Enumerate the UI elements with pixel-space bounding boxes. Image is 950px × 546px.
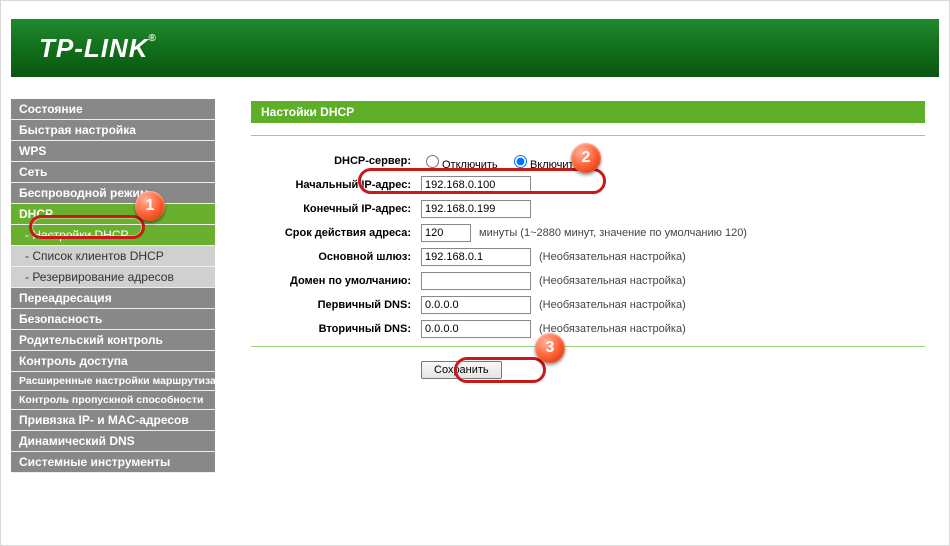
divider xyxy=(251,135,925,136)
sidebar-item-forwarding[interactable]: Переадресация xyxy=(11,288,215,309)
sidebar-item-wireless[interactable]: Беспроводной режим xyxy=(11,183,215,204)
divider-bottom xyxy=(251,346,925,347)
input-gateway[interactable] xyxy=(421,248,531,266)
sidebar-item-dhcp-clients[interactable]: - Список клиентов DHCP xyxy=(11,246,215,267)
row-domain: Домен по умолчанию: (Необязательная наст… xyxy=(251,270,925,292)
sidebar-item-ipmac[interactable]: Привязка IP- и MAC-адресов xyxy=(11,410,215,431)
row-lease: Срок действия адреса: минуты (1~2880 мин… xyxy=(251,222,925,244)
input-dns1[interactable] xyxy=(421,296,531,314)
input-start-ip[interactable] xyxy=(421,176,531,194)
sidebar-item-system[interactable]: Системные инструменты xyxy=(11,452,215,473)
sidebar-item-dhcp-settings[interactable]: - Настройки DHCP xyxy=(11,225,215,246)
hint-domain: (Необязательная настройка) xyxy=(539,275,686,287)
sidebar-item-parental[interactable]: Родительский контроль xyxy=(11,330,215,351)
main-panel: Настойки DHCP DHCP-сервер: Отключить Вкл… xyxy=(221,77,939,473)
sidebar-nav: Состояние Быстрая настройка WPS Сеть Бес… xyxy=(11,77,221,473)
radio-dhcp-on[interactable] xyxy=(514,155,527,168)
sidebar-item-network[interactable]: Сеть xyxy=(11,162,215,183)
radio-dhcp-off[interactable] xyxy=(426,155,439,168)
row-dhcp-server: DHCP-сервер: Отключить Включить xyxy=(251,150,925,172)
hint-dns2: (Необязательная настройка) xyxy=(539,323,686,335)
row-start-ip: Начальный IP-адрес: xyxy=(251,174,925,196)
app-header: TP-LINK® xyxy=(11,19,939,77)
row-dns2: Вторичный DNS: (Необязательная настройка… xyxy=(251,318,925,340)
hint-dns1: (Необязательная настройка) xyxy=(539,299,686,311)
label-start-ip: Начальный IP-адрес: xyxy=(251,179,421,191)
brand-logo: TP-LINK® xyxy=(39,33,157,64)
input-dns2[interactable] xyxy=(421,320,531,338)
label-dns2: Вторичный DNS: xyxy=(251,323,421,335)
radio-dhcp-off-label[interactable]: Отключить xyxy=(421,159,498,171)
row-save: Сохранить xyxy=(251,361,925,379)
save-button[interactable]: Сохранить xyxy=(421,361,502,379)
hint-lease: минуты (1~2880 минут, значение по умолча… xyxy=(479,227,747,239)
input-lease[interactable] xyxy=(421,224,471,242)
sidebar-item-routing[interactable]: Расширенные настройки маршрутизации xyxy=(11,372,215,391)
label-end-ip: Конечный IP-адрес: xyxy=(251,203,421,215)
radio-dhcp-on-label[interactable]: Включить xyxy=(509,159,579,171)
sidebar-item-ddns[interactable]: Динамический DNS xyxy=(11,431,215,452)
input-domain[interactable] xyxy=(421,272,531,290)
sidebar-item-wps[interactable]: WPS xyxy=(11,141,215,162)
row-end-ip: Конечный IP-адрес: xyxy=(251,198,925,220)
sidebar-item-bandwidth[interactable]: Контроль пропускной способности xyxy=(11,391,215,410)
hint-gateway: (Необязательная настройка) xyxy=(539,251,686,263)
dhcp-server-radios: Отключить Включить xyxy=(421,152,587,171)
panel-title: Настойки DHCP xyxy=(251,101,925,123)
sidebar-item-quicksetup[interactable]: Быстрая настройка xyxy=(11,120,215,141)
input-end-ip[interactable] xyxy=(421,200,531,218)
sidebar-item-dhcp-reservation[interactable]: - Резервирование адресов xyxy=(11,267,215,288)
label-dns1: Первичный DNS: xyxy=(251,299,421,311)
label-lease: Срок действия адреса: xyxy=(251,227,421,239)
sidebar-item-access[interactable]: Контроль доступа xyxy=(11,351,215,372)
sidebar-item-security[interactable]: Безопасность xyxy=(11,309,215,330)
row-dns1: Первичный DNS: (Необязательная настройка… xyxy=(251,294,925,316)
sidebar-item-status[interactable]: Состояние xyxy=(11,99,215,120)
sidebar-item-dhcp[interactable]: DHCP xyxy=(11,204,215,225)
label-dhcp-server: DHCP-сервер: xyxy=(251,155,421,167)
label-gateway: Основной шлюз: xyxy=(251,251,421,263)
row-gateway: Основной шлюз: (Необязательная настройка… xyxy=(251,246,925,268)
label-domain: Домен по умолчанию: xyxy=(251,275,421,287)
